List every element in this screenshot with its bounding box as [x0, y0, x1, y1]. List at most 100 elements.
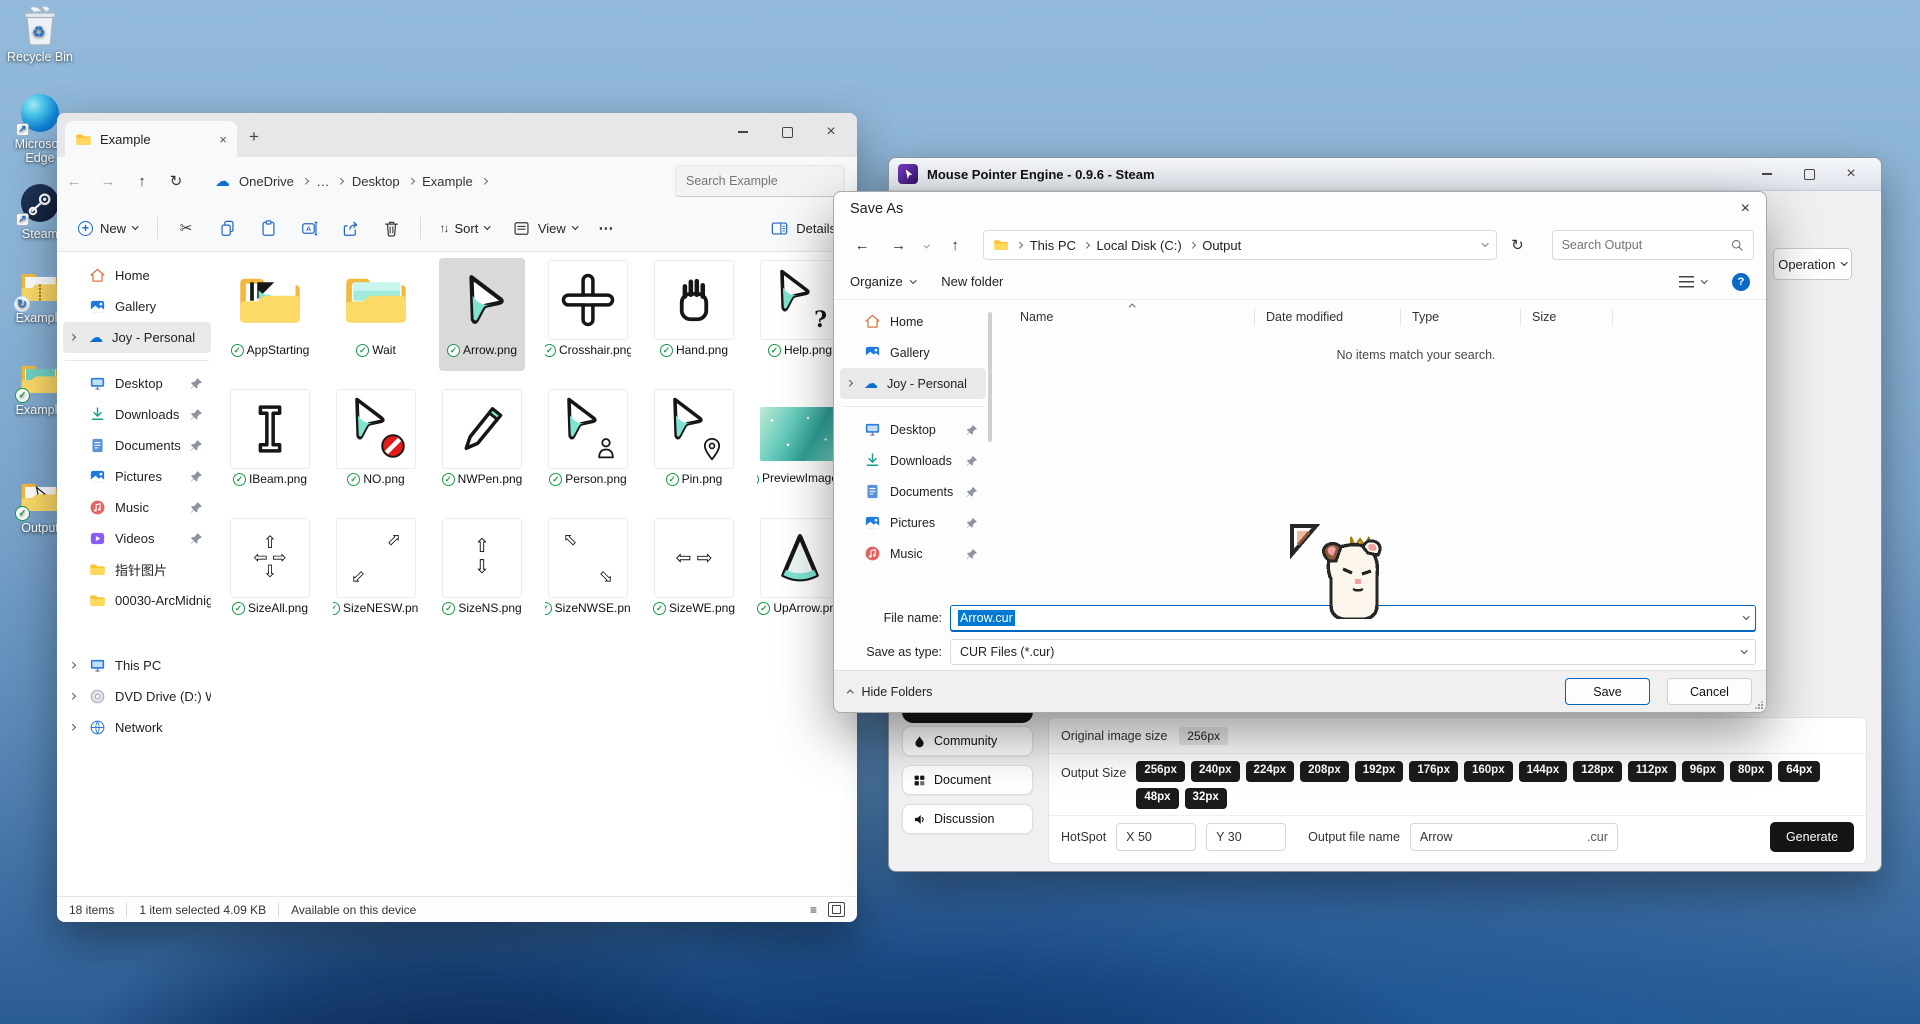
discussion-button[interactable]: Discussion [902, 804, 1033, 834]
sidebar-item-downloads[interactable]: Downloads [63, 399, 211, 430]
file-item[interactable]: ⬁ ⬂ SizeNWSE.png [545, 516, 631, 629]
view-mode-button[interactable] [1679, 276, 1707, 288]
sidebar-item-music[interactable]: Music [63, 492, 211, 523]
sort-button[interactable]: ↑↓ Sort [431, 215, 499, 242]
up-icon[interactable]: ↑ [125, 173, 159, 190]
file-item[interactable]: ⇧⇦ ⇨⇩ SizeAll.png [227, 516, 313, 629]
resize-grip[interactable] [1754, 700, 1763, 709]
breadcrumb-item[interactable]: Local Disk (C:) [1096, 238, 1181, 253]
copy-button[interactable] [209, 213, 246, 244]
address-bar[interactable]: This PC Local Disk (C:) Output [983, 230, 1497, 260]
size-button[interactable]: 208px [1300, 761, 1349, 782]
size-button[interactable]: 160px [1464, 761, 1513, 782]
cut-button[interactable]: ✂ [168, 213, 205, 244]
sidebar-item-videos[interactable]: Videos [63, 523, 211, 554]
recent-locations-icon[interactable] [924, 242, 930, 248]
forward-icon[interactable]: → [882, 237, 914, 254]
large-icons-view-icon[interactable] [828, 902, 845, 917]
column-type[interactable]: Type [1412, 310, 1439, 324]
organize-button[interactable]: Organize [850, 274, 915, 289]
file-item[interactable]: ⬀ ⬃ SizeNESW.png [333, 516, 419, 629]
tab-close-icon[interactable]: × [219, 132, 227, 147]
size-button[interactable]: 128px [1573, 761, 1622, 782]
sidebar-item-onedrive[interactable]: ☁ Joy - Personal [63, 322, 211, 353]
nav-item-music[interactable]: Music [840, 538, 986, 569]
file-item[interactable]: Hand.png [651, 258, 737, 371]
output-file-input[interactable]: Arrow .cur [1410, 823, 1618, 851]
new-tab-button[interactable]: + [249, 127, 259, 147]
size-button[interactable]: 80px [1730, 761, 1772, 782]
file-item[interactable]: PreviewImage.gif [757, 387, 843, 500]
scrollbar[interactable] [988, 312, 992, 442]
size-button[interactable]: 32px [1185, 788, 1227, 809]
size-button[interactable]: 48px [1136, 788, 1178, 809]
back-icon[interactable]: ← [57, 173, 91, 190]
hide-folders-button[interactable]: Hide Folders [848, 685, 932, 699]
breadcrumb-item[interactable]: OneDrive [239, 174, 294, 189]
file-item[interactable]: NO.png [333, 387, 419, 500]
column-name[interactable]: Name [1020, 310, 1053, 324]
size-button[interactable]: 192px [1355, 761, 1404, 782]
steam-title-bar[interactable]: Mouse Pointer Engine - 0.9.6 - Steam × [889, 158, 1881, 191]
expand-chevron-icon[interactable] [69, 662, 75, 668]
search-input[interactable] [675, 165, 845, 197]
close-button[interactable]: × [1830, 161, 1872, 187]
close-button[interactable]: × [809, 117, 853, 147]
file-item[interactable]: UpArrow.png [757, 516, 843, 629]
nav-item-desktop[interactable]: Desktop [840, 414, 986, 445]
size-button[interactable]: 224px [1246, 761, 1295, 782]
sidebar-item-desktop[interactable]: Desktop [63, 368, 211, 399]
view-button[interactable]: View [503, 213, 586, 244]
cancel-button[interactable]: Cancel [1667, 678, 1752, 705]
breadcrumb-item[interactable]: Output [1202, 238, 1241, 253]
maximize-button[interactable] [765, 117, 809, 147]
maximize-button[interactable] [1788, 161, 1830, 187]
desktop-icon-recycle-bin[interactable]: ♻ Recycle Bin [1, 5, 79, 64]
refresh-icon[interactable]: ↻ [159, 172, 193, 190]
nav-item-documents[interactable]: Documents [840, 476, 986, 507]
size-button[interactable]: 144px [1519, 761, 1568, 782]
new-button[interactable]: + New [69, 215, 147, 242]
minimize-button[interactable] [721, 117, 765, 147]
nav-item-home[interactable]: Home [840, 306, 986, 337]
save-button[interactable]: Save [1565, 678, 1650, 705]
expand-chevron-icon[interactable] [69, 693, 75, 699]
file-item[interactable]: Person.png [545, 387, 631, 500]
delete-button[interactable] [373, 213, 410, 244]
save-type-select[interactable]: CUR Files (*.cur) [950, 639, 1756, 665]
sidebar-item-documents[interactable]: Documents [63, 430, 211, 461]
sidebar-item-this-pc[interactable]: This PC [63, 650, 211, 681]
breadcrumb-item[interactable]: This PC [1030, 238, 1076, 253]
explorer-tab[interactable]: Example × [65, 121, 237, 157]
file-item[interactable]: IBeam.png [227, 387, 313, 500]
rename-button[interactable] [291, 213, 328, 244]
refresh-icon[interactable]: ↻ [1501, 236, 1533, 254]
dialog-title-bar[interactable]: Save As × [834, 192, 1766, 226]
expand-chevron-icon[interactable] [846, 380, 852, 386]
expand-chevron-icon[interactable] [69, 724, 75, 730]
back-icon[interactable]: ← [846, 237, 878, 254]
column-size[interactable]: Size [1532, 310, 1556, 324]
nav-item-onedrive[interactable]: ☁ Joy - Personal [840, 368, 986, 399]
sidebar-item-network[interactable]: Network [63, 712, 211, 743]
hotspot-x-input[interactable]: X 50 [1116, 823, 1196, 851]
file-item[interactable]: Wait [333, 258, 419, 371]
file-item[interactable]: Pin.png [651, 387, 737, 500]
new-folder-button[interactable]: New folder [941, 274, 1003, 289]
generate-button[interactable]: Generate [1770, 822, 1854, 852]
sidebar-item-folder[interactable]: 指针图片 [63, 554, 211, 585]
nav-item-pictures[interactable]: Pictures [840, 507, 986, 538]
details-view-icon[interactable]: ≡ [805, 902, 822, 917]
breadcrumb-item[interactable]: Example [422, 174, 473, 189]
file-item[interactable]: AppStarting [227, 258, 313, 371]
chevron-down-icon[interactable] [1743, 613, 1749, 619]
search-box[interactable] [1552, 230, 1754, 260]
size-button[interactable]: 112px [1628, 761, 1676, 782]
nav-item-downloads[interactable]: Downloads [840, 445, 986, 476]
expand-chevron-icon[interactable] [69, 334, 75, 340]
file-item[interactable]: NWPen.png [439, 387, 525, 500]
up-icon[interactable]: ↑ [939, 237, 971, 254]
sidebar-item-dvd-drive[interactable]: DVD Drive (D:) Win [63, 681, 211, 712]
size-button[interactable]: 176px [1409, 761, 1458, 782]
column-date[interactable]: Date modified [1266, 310, 1343, 324]
